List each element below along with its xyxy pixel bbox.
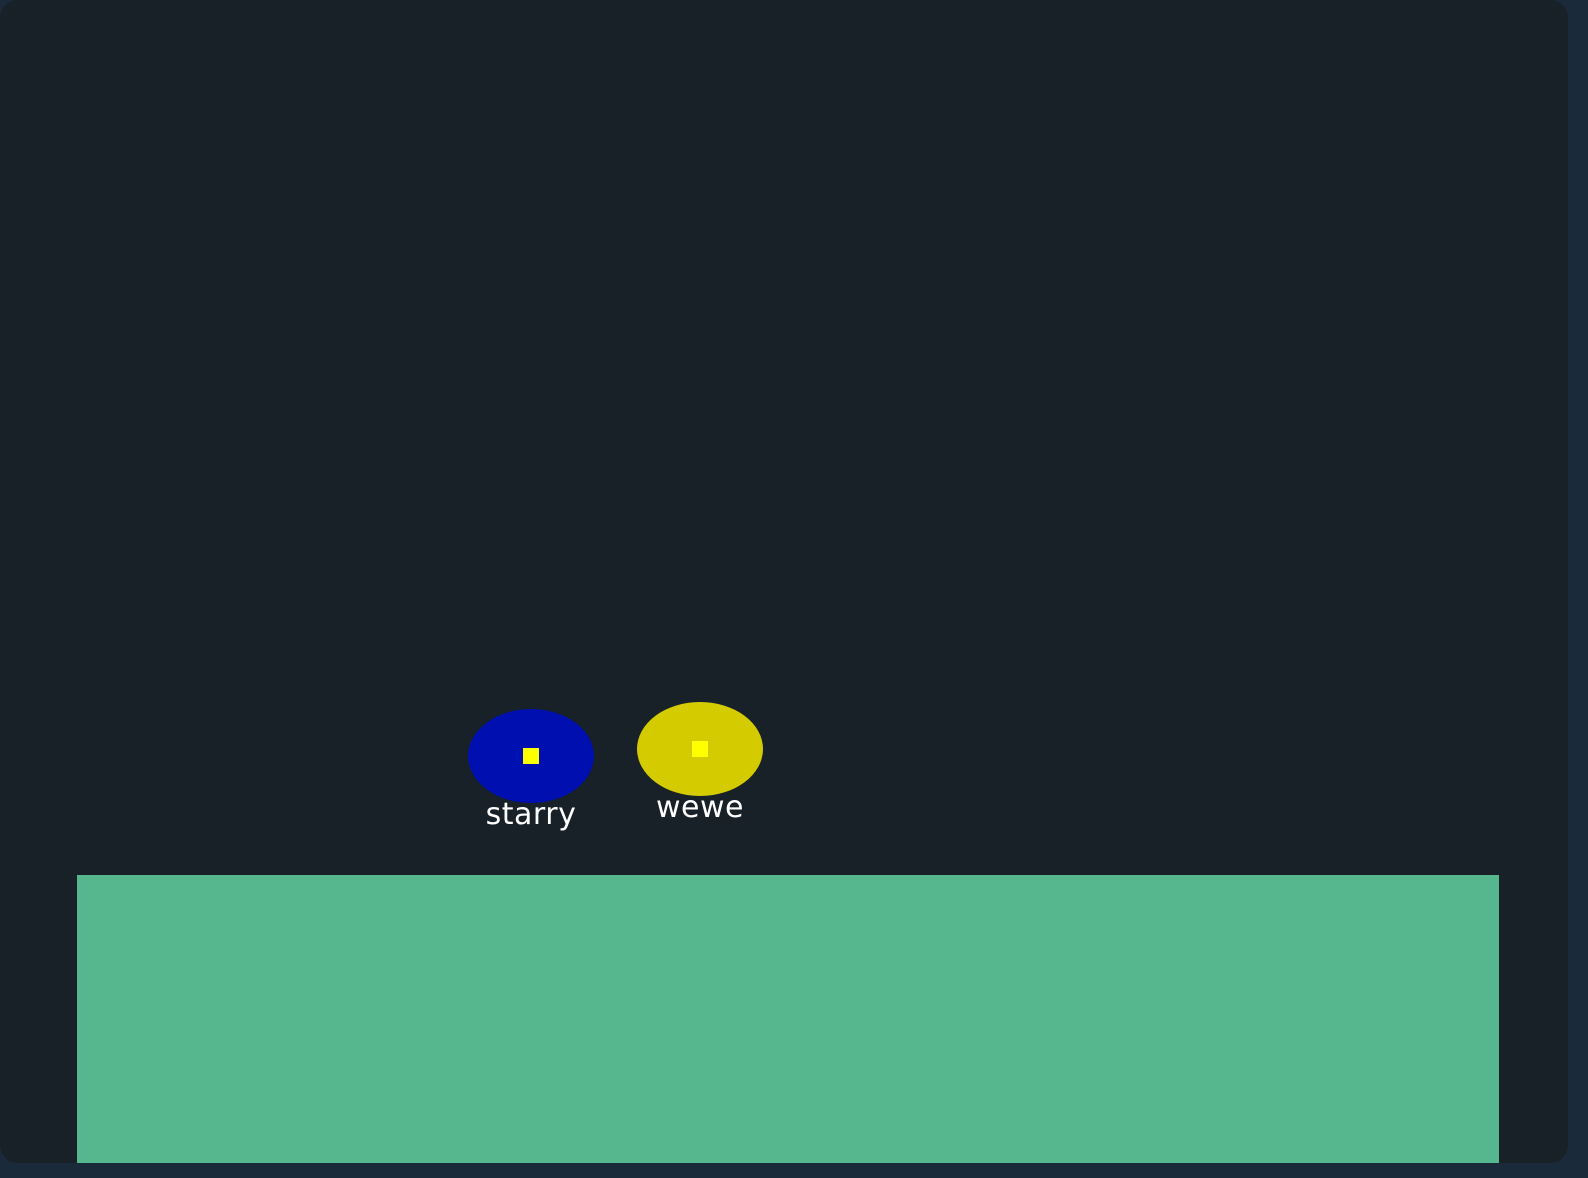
player-starry: starry xyxy=(451,709,611,849)
window-edge-right xyxy=(1568,0,1588,1178)
player-wewe: wewe xyxy=(620,702,780,842)
game-canvas[interactable]: starry wewe xyxy=(0,0,1568,1163)
player-blob xyxy=(468,709,594,803)
player-eye xyxy=(692,741,708,757)
window-edge-bottom xyxy=(0,1163,1588,1178)
ground-platform xyxy=(77,875,1499,1163)
player-eye xyxy=(523,748,539,764)
player-blob xyxy=(637,702,763,796)
player-name-label: wewe xyxy=(656,790,744,825)
player-name-label: starry xyxy=(485,797,577,832)
